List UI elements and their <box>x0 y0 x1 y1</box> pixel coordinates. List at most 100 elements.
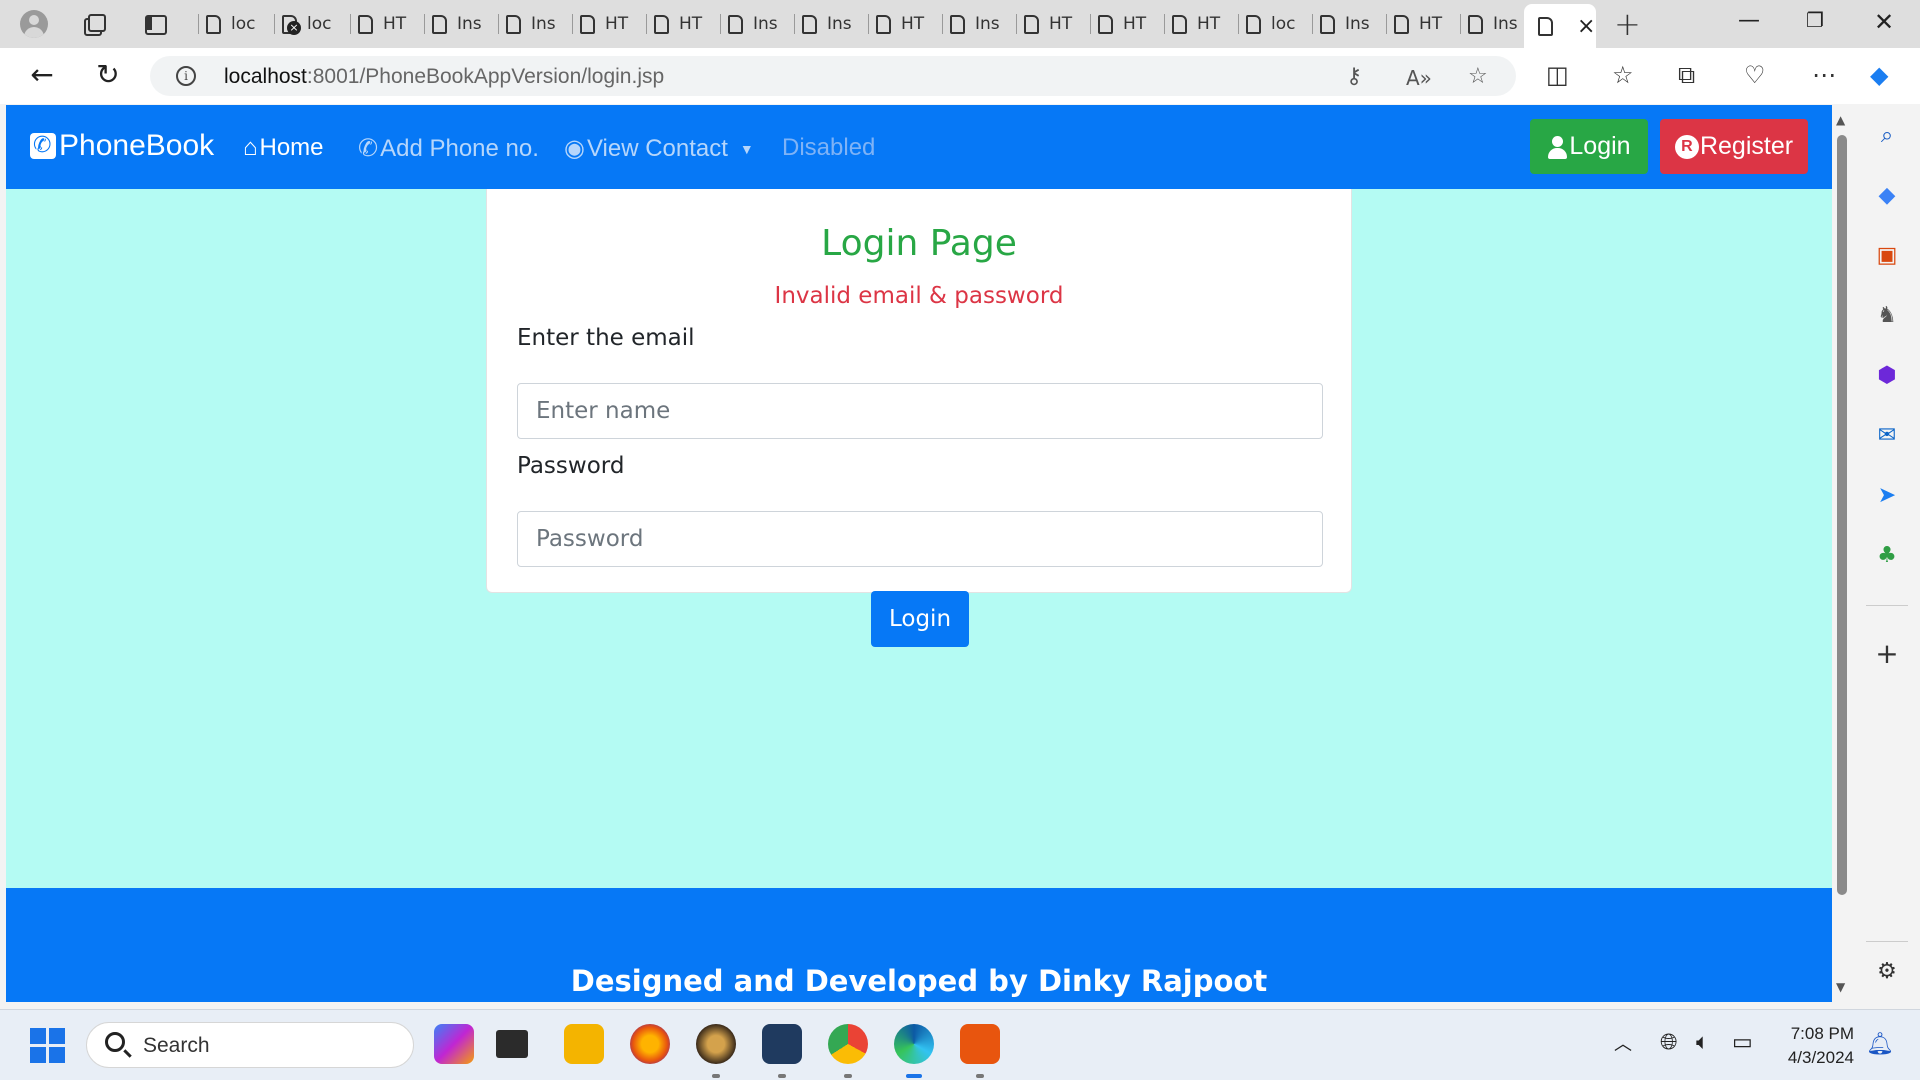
shopping-tag-icon[interactable]: ◆ <box>1874 183 1900 209</box>
page-icon <box>1320 14 1335 34</box>
show-hidden-icons-icon[interactable]: ︿ <box>1614 1030 1632 1056</box>
running-indicator <box>844 1074 852 1078</box>
browser-tab[interactable]: Ins <box>498 8 570 40</box>
scrollbar-thumb[interactable] <box>1837 135 1847 895</box>
nav-disabled-label: Disabled <box>782 134 876 161</box>
nav-add-phone-link[interactable]: ✆ Add Phone no. <box>358 134 539 163</box>
site-info-icon[interactable]: i <box>176 66 196 86</box>
vertical-tabs-icon[interactable] <box>143 12 167 36</box>
m365-icon[interactable]: ⬢ <box>1874 363 1900 389</box>
file-explorer-icon[interactable] <box>564 1024 604 1064</box>
battery-icon[interactable]: ▭ <box>1732 1030 1753 1055</box>
page-scrollbar[interactable]: ▲ ▼ <box>1832 105 1852 1002</box>
browser-tab[interactable]: Ins <box>942 8 1014 40</box>
games-icon[interactable]: ♞ <box>1874 303 1900 329</box>
running-indicator <box>906 1074 922 1078</box>
password-field[interactable] <box>517 511 1323 567</box>
scroll-up-icon[interactable]: ▲ <box>1836 113 1845 127</box>
browser-tab[interactable]: HT <box>1016 8 1088 40</box>
nav-register-button[interactable]: R Register <box>1660 119 1808 174</box>
copilot-icon[interactable]: ◆ <box>1870 62 1888 88</box>
nav-view-contact-dropdown[interactable]: ◉ View Contact ▼ <box>564 134 754 163</box>
java-ide-icon[interactable] <box>696 1024 736 1078</box>
taskbar-search[interactable]: Search <box>86 1022 414 1068</box>
taskbar-clock[interactable]: 7:08 PM 4/3/2024 <box>1772 1022 1854 1070</box>
copilot-app-icon[interactable] <box>434 1024 474 1064</box>
network-globe-icon[interactable]: 🌐︎ <box>1660 1030 1678 1055</box>
browser-tab[interactable]: loc <box>1238 8 1310 40</box>
address-bar[interactable]: i localhost:8001/PhoneBookAppVersion/log… <box>150 56 1516 96</box>
browser-tab[interactable]: loc <box>274 8 346 40</box>
close-tab-icon[interactable]: × <box>1577 14 1595 39</box>
app-icon[interactable] <box>960 1024 1000 1078</box>
page-icon <box>1538 16 1553 36</box>
add-icon[interactable]: + <box>1874 640 1900 668</box>
chrome-icon[interactable] <box>828 1024 868 1078</box>
browser-tab-active[interactable]: × <box>1524 4 1596 48</box>
tree-icon[interactable]: ♣ <box>1874 543 1900 569</box>
split-screen-icon[interactable]: ◫ <box>1546 62 1569 88</box>
browser-tab[interactable]: HT <box>1386 8 1458 40</box>
nav-home-link[interactable]: ⌂ Home <box>243 134 324 162</box>
login-submit-button[interactable]: Login <box>871 591 969 647</box>
page-icon <box>1024 14 1039 34</box>
refresh-icon[interactable]: ↻ <box>92 60 124 92</box>
firefox-icon[interactable] <box>630 1024 670 1064</box>
browser-tab[interactable]: HT <box>350 8 422 40</box>
browser-tab[interactable]: HT <box>868 8 940 40</box>
running-indicator <box>712 1074 720 1078</box>
browser-tab[interactable]: HT <box>572 8 644 40</box>
sidebar-divider <box>1866 941 1908 942</box>
password-key-icon[interactable]: ⚷ <box>1346 64 1362 89</box>
nav-disabled-link: Disabled <box>782 134 875 162</box>
login-card: Login Page Invalid email & password Ente… <box>486 189 1352 647</box>
browser-essentials-icon[interactable]: ♡ <box>1744 62 1766 88</box>
eye-icon: ◉ <box>564 135 585 162</box>
outlook-icon[interactable]: ✉ <box>1874 423 1900 449</box>
task-view-icon[interactable] <box>496 1030 528 1058</box>
minimize-icon[interactable]: — <box>1738 8 1760 33</box>
browser-tab[interactable]: Ins <box>1460 8 1522 40</box>
url-text[interactable]: localhost:8001/PhoneBookAppVersion/login… <box>224 65 664 89</box>
workspaces-icon[interactable] <box>80 12 106 36</box>
more-options-icon[interactable]: ⋯ <box>1812 62 1836 88</box>
new-tab-button[interactable]: + <box>1614 7 1641 41</box>
send-icon[interactable]: ➤ <box>1874 483 1900 509</box>
footer-credit: Designed and Developed by Dinky Rajpoot <box>570 964 1268 998</box>
tools-icon[interactable]: ▣ <box>1874 243 1900 269</box>
read-aloud-icon[interactable]: A» <box>1406 66 1432 90</box>
volume-icon[interactable]: 🔈︎ <box>1696 1030 1709 1055</box>
phone-square-icon <box>30 132 56 159</box>
nav-login-button[interactable]: Login <box>1530 119 1648 174</box>
favorite-star-icon[interactable]: ☆ <box>1468 64 1488 89</box>
windows-start-icon[interactable] <box>30 1028 66 1064</box>
scroll-down-icon[interactable]: ▼ <box>1836 980 1845 994</box>
back-arrow-icon[interactable]: ← <box>26 60 58 92</box>
close-window-icon[interactable]: ✕ <box>1874 8 1894 36</box>
site-footer: Designed and Developed by Dinky Rajpoot <box>6 888 1832 1002</box>
browser-tab[interactable]: Ins <box>424 8 496 40</box>
notification-bell-icon[interactable]: 🔔︎ <box>1866 1032 1894 1057</box>
browser-tab[interactable]: HT <box>1090 8 1162 40</box>
page-icon <box>206 14 221 34</box>
mysql-workbench-icon[interactable] <box>762 1024 802 1078</box>
browser-tab[interactable]: Ins <box>794 8 866 40</box>
browser-tab[interactable]: Ins <box>720 8 792 40</box>
email-field[interactable] <box>517 383 1323 439</box>
page-title: Login Page <box>821 223 1017 264</box>
settings-gear-icon[interactable]: ⚙ <box>1874 959 1900 985</box>
brand-link[interactable]: PhoneBook <box>30 129 214 163</box>
nav-register-label: Register <box>1699 132 1794 160</box>
edge-icon[interactable] <box>894 1024 934 1078</box>
profile-avatar-icon[interactable] <box>20 10 48 38</box>
favorites-icon[interactable]: ☆ <box>1612 62 1634 88</box>
collections-icon[interactable]: ⧉ <box>1678 62 1695 88</box>
search-icon <box>105 1032 125 1052</box>
page-viewport: PhoneBook ⌂ Home ✆ Add Phone no. ◉ View … <box>6 105 1832 1002</box>
browser-tab[interactable]: Ins <box>1312 8 1384 40</box>
search-icon[interactable]: ⌕ <box>1874 123 1900 149</box>
browser-tab[interactable]: HT <box>1164 8 1236 40</box>
restore-icon[interactable]: ❐ <box>1806 8 1824 32</box>
browser-tab[interactable]: HT <box>646 8 718 40</box>
browser-tab[interactable]: loc <box>198 8 270 40</box>
